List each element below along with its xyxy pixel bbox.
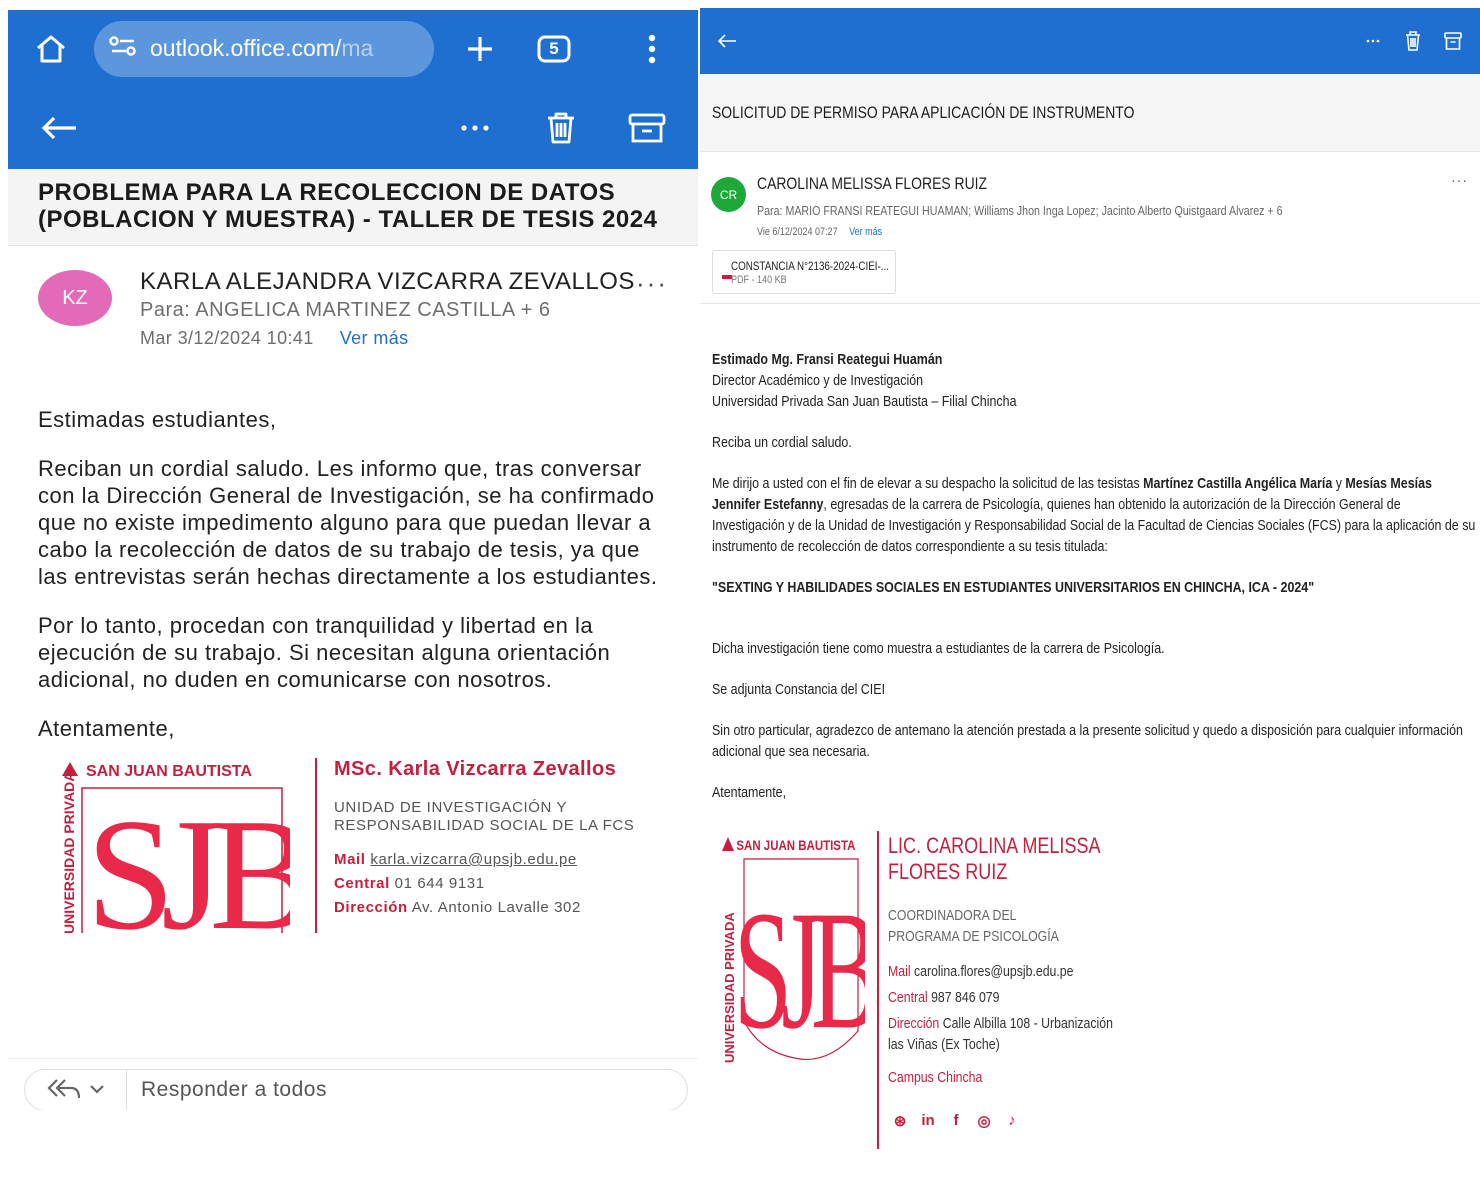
mail-link[interactable]: carolina.flores@upsjb.edu.pe [914, 963, 1074, 980]
browser-menu-icon[interactable] [624, 24, 680, 74]
email-signature: SAN JUAN BAUTISTA UNIVERSIDAD PRIVADA SJ… [700, 831, 1480, 1161]
avatar[interactable]: KZ [38, 270, 112, 326]
body-paragraph: Atentamente, [38, 716, 175, 741]
signature-name: MSc. Karla Vizcarra Zevallos [334, 758, 617, 780]
reply-bar: Responder a todos [8, 1058, 698, 1110]
instagram-icon[interactable]: ◎ [976, 1112, 992, 1130]
body-paragraph: Se adjunta Constancia del CIEI [712, 681, 886, 698]
signature-mail: Mail carolina.flores@upsjb.edu.pe [888, 963, 1074, 980]
email-body: Estimado Mg. Fransi Reategui Huamán Dire… [700, 304, 1480, 803]
body-paragraph: Sin otro particular, agradezco de antema… [712, 722, 1463, 760]
facebook-icon[interactable]: f [948, 1112, 964, 1130]
logo-letters: SJB [734, 876, 865, 1065]
signature-info: MSc. Karla Vizcarra Zevallos UNIDAD DE I… [334, 758, 698, 923]
message-more-button[interactable]: ··· [1451, 172, 1468, 188]
archive-icon[interactable] [1440, 26, 1466, 56]
back-arrow-icon[interactable] [34, 103, 84, 153]
university-logo: SAN JUAN BAUTISTA UNIVERSIDAD PRIVADA SJ… [52, 758, 322, 963]
sender-name[interactable]: KARLA ALEJANDRA VIZCARRA ZEVALLOS [140, 268, 668, 295]
signature-central: Central 987 846 079 [888, 989, 1000, 1006]
ver-mas-link[interactable]: Ver más [849, 226, 882, 238]
logo-top-text: SAN JUAN BAUTISTA [736, 837, 855, 853]
message-more-button[interactable]: ··· [636, 268, 668, 299]
email-signature: SAN JUAN BAUTISTA UNIVERSIDAD PRIVADA SJ… [8, 758, 698, 963]
greeting-block: Estimado Mg. Fransi Reategui Huamán Dire… [712, 349, 1468, 412]
university-logo: SAN JUAN BAUTISTA UNIVERSIDAD PRIVADA SJ… [720, 831, 888, 1071]
greeting-name: Estimado Mg. Fransi Reategui Huamán [712, 351, 943, 368]
recipients[interactable]: Para: MARIO FRANSI REATEGUI HUAMAN; Will… [757, 203, 1480, 218]
sender-header: CR CAROLINA MELISSA FLORES RUIZ Para: MA… [700, 152, 1480, 304]
signature-address: Dirección Av. Antonio Lavalle 302 [334, 899, 581, 916]
signature-role: UNIDAD DE INVESTIGACIÓN Y RESPONSABILIDA… [334, 799, 635, 834]
site-settings-icon[interactable] [108, 35, 138, 63]
social-links: ⊛ in f ◎ ♪ [888, 1112, 1148, 1130]
more-actions-icon[interactable] [450, 103, 500, 153]
sender-name[interactable]: CAROLINA MELISSA FLORES RUIZ [757, 174, 1480, 194]
body-paragraph: Estimadas estudiantes, [38, 407, 277, 432]
reply-all-box[interactable]: Responder a todos [24, 1069, 688, 1110]
signature-address: Dirección Calle Albilla 108 - Urbanizaci… [888, 1015, 1113, 1053]
signature-divider [315, 758, 317, 933]
signature-central: Central 01 644 9131 [334, 875, 485, 892]
tab-count: 5 [549, 38, 559, 58]
outlook-message-toolbar [700, 8, 1480, 74]
sender-header: KZ KARLA ALEJANDRA VIZCARRA ZEVALLOS Par… [8, 246, 698, 396]
email-body: Estimadas estudiantes, Reciban un cordia… [8, 396, 698, 742]
closing: Atentamente, [712, 784, 787, 801]
attachment-name: CONSTANCIA N°2136-2024-CIEI-... [731, 258, 889, 273]
tab-switcher-button[interactable]: 5 [526, 24, 582, 74]
greeting-role: Director Académico y de Investigación [712, 372, 924, 389]
signature-info: LIC. CAROLINA MELISSA FLORES RUIZ COORDI… [888, 833, 1148, 1130]
body-paragraph: Por lo tanto, procedan con tranquilidad … [38, 613, 611, 692]
salute: Reciba un cordial saludo. [712, 434, 852, 451]
archive-icon[interactable] [622, 103, 672, 153]
logo-letters: SJB [86, 785, 290, 933]
greeting-org: Universidad Privada San Juan Bautista – … [712, 393, 1017, 410]
reply-options[interactable] [25, 1070, 127, 1110]
right-email-screenshot: SOLICITUD DE PERMISO PARA APLICACIÓN DE … [700, 8, 1480, 1197]
mail-link[interactable]: karla.vizcarra@upsjb.edu.pe [370, 851, 577, 868]
body-paragraph: Me dirijo a usted con el fin de elevar a… [712, 475, 1476, 555]
left-email-screenshot: outlook.office.com/ma 5 PROBLEMA PARA LA… [8, 10, 698, 1110]
browser-toolbar: outlook.office.com/ma 5 [8, 10, 698, 87]
sent-date: Vie 6/12/2024 07:27 Ver más [757, 226, 883, 238]
linkedin-icon[interactable]: in [920, 1112, 936, 1130]
logo-top-text: SAN JUAN BAUTISTA [86, 763, 252, 780]
back-arrow-icon[interactable] [714, 26, 740, 56]
body-paragraph: Reciban un cordial saludo. Les informo q… [38, 456, 658, 589]
avatar[interactable]: CR [711, 177, 746, 212]
signature-divider [877, 831, 879, 1149]
more-actions-icon[interactable] [1360, 26, 1386, 56]
outlook-message-toolbar [8, 87, 698, 169]
email-subject: PROBLEMA PARA LA RECOLECCION DE DATOS (P… [8, 169, 698, 246]
signature-name: LIC. CAROLINA MELISSA FLORES RUIZ [888, 833, 1100, 884]
reply-all-label[interactable]: Responder a todos [127, 1078, 327, 1102]
logo-side-text: UNIVERSIDAD PRIVADA [61, 772, 77, 933]
url-text: outlook.office.com/ma [150, 35, 374, 61]
address-bar[interactable]: outlook.office.com/ma [94, 20, 434, 77]
tiktok-icon[interactable]: ♪ [1004, 1112, 1020, 1130]
recipients[interactable]: Para: ANGELICA MARTINEZ CASTILLA + 6 [140, 299, 668, 322]
home-icon[interactable] [26, 24, 76, 74]
delete-trash-icon[interactable] [536, 103, 586, 153]
delete-trash-icon[interactable] [1400, 26, 1426, 56]
attachment-card[interactable]: CONSTANCIA N°2136-2024-CIEI-... PDF - 14… [712, 250, 896, 294]
signature-campus: Campus Chincha [888, 1069, 983, 1086]
sent-date: Mar 3/12/2024 10:41 Ver más [140, 328, 409, 348]
web-icon[interactable]: ⊛ [892, 1112, 908, 1130]
thesis-title: "SEXTING Y HABILIDADES SOCIALES EN ESTUD… [712, 579, 1315, 596]
body-paragraph: Dicha investigación tiene como muestra a… [712, 640, 1165, 657]
signature-role: COORDINADORA DEL PROGRAMA DE PSICOLOGÍA [888, 907, 1059, 945]
signature-mail: Mail karla.vizcarra@upsjb.edu.pe [334, 851, 577, 868]
chevron-down-icon [89, 1081, 105, 1099]
reply-all-icon [46, 1077, 81, 1104]
new-tab-icon[interactable] [452, 24, 508, 74]
attachment-meta: PDF - 140 KB [731, 273, 787, 286]
email-subject: SOLICITUD DE PERMISO PARA APLICACIÓN DE … [700, 74, 1480, 152]
ver-mas-link[interactable]: Ver más [340, 328, 409, 348]
